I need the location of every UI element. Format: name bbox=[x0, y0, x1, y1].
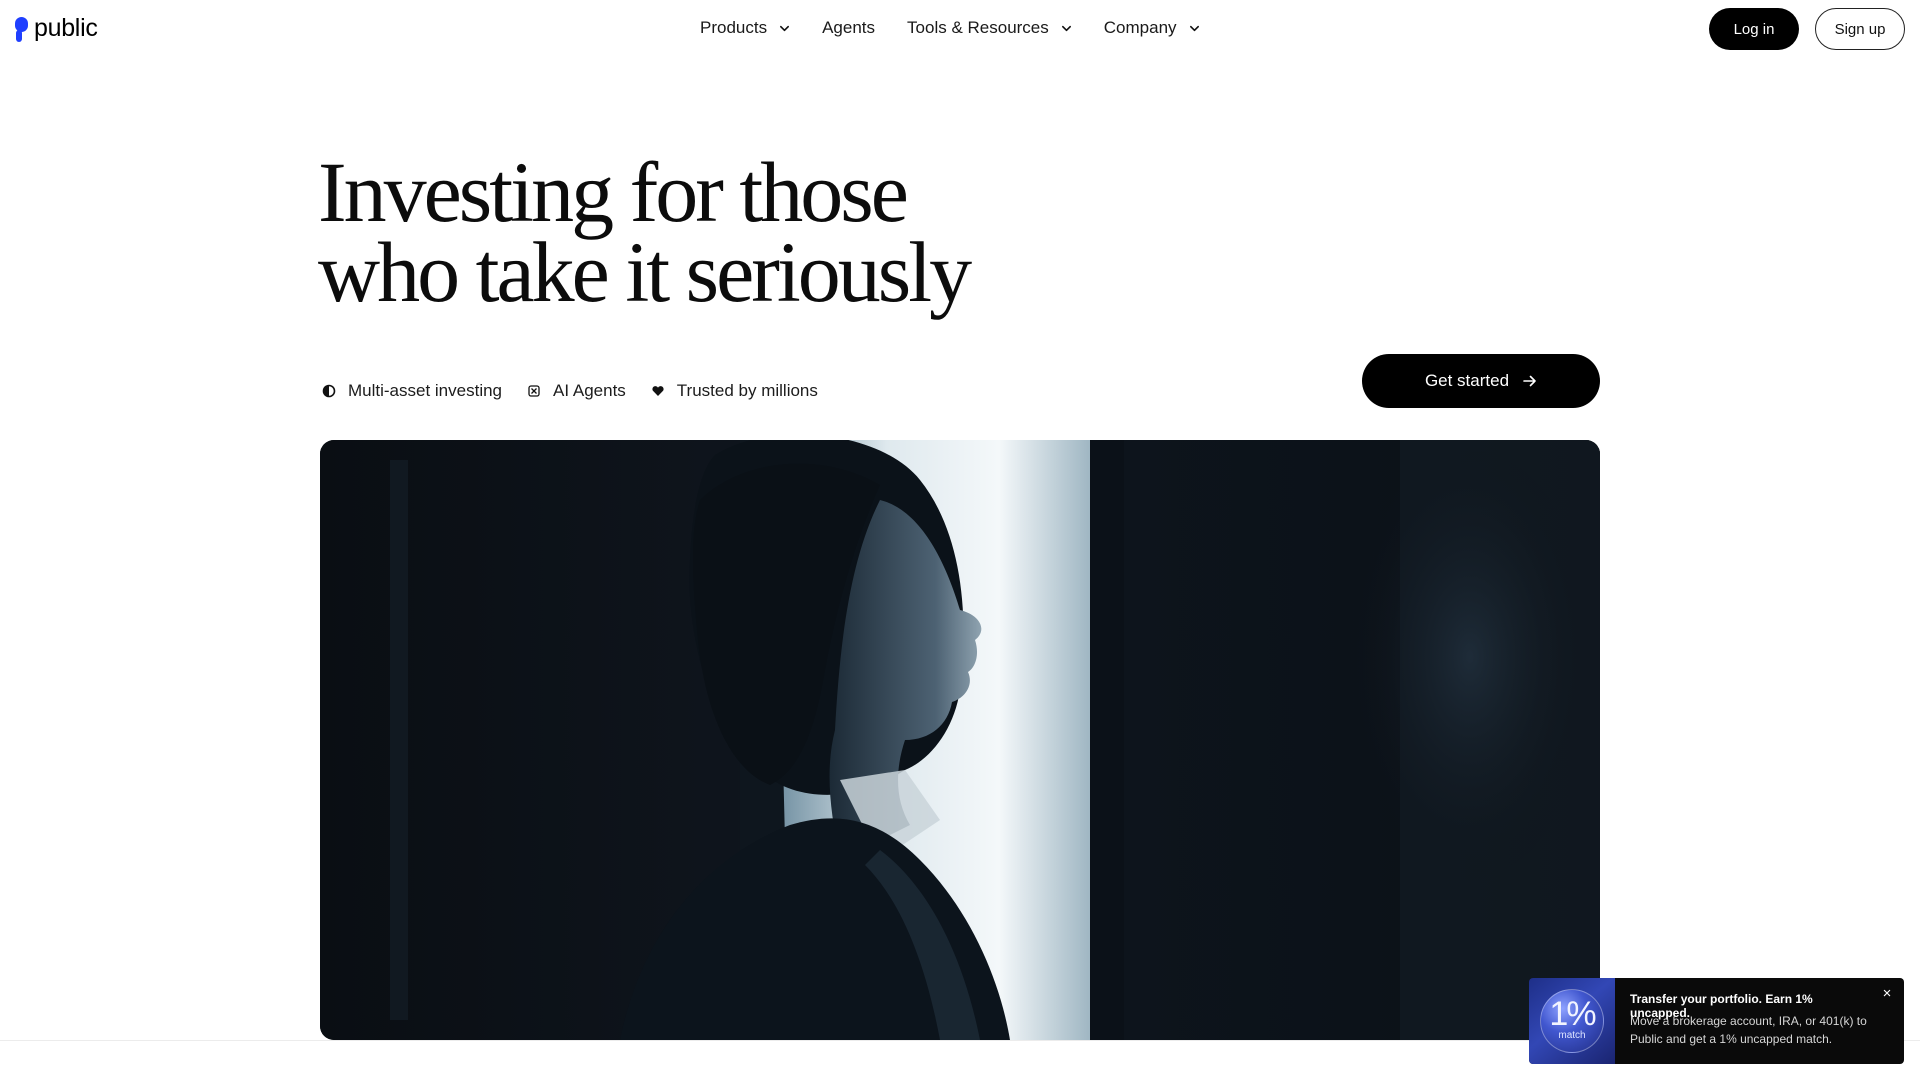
match-badge-image: 1% match bbox=[1529, 978, 1615, 1064]
feature-trusted: Trusted by millions bbox=[651, 381, 818, 401]
transfer-promo-toast[interactable]: 1% match Transfer your portfolio. Earn 1… bbox=[1529, 978, 1904, 1064]
signup-button[interactable]: Sign up bbox=[1815, 8, 1905, 50]
hero-title-line-1: Investing for those bbox=[318, 144, 909, 240]
chevron-down-icon bbox=[780, 25, 790, 31]
login-button[interactable]: Log in bbox=[1709, 8, 1799, 50]
arrow-right-icon bbox=[1523, 375, 1536, 387]
menu-item-label: Company bbox=[1103, 18, 1177, 37]
hero-title-line-2: who take it seriously bbox=[318, 224, 972, 320]
public-logo[interactable]: public bbox=[15, 13, 98, 43]
hero-title: Investing for those who take it seriousl… bbox=[318, 144, 1078, 320]
hero-video[interactable] bbox=[320, 440, 1600, 1040]
half-circle-icon bbox=[322, 384, 336, 398]
match-caption: match bbox=[1558, 1030, 1586, 1041]
feature-label: AI Agents bbox=[553, 381, 626, 400]
public-logo-mark-icon bbox=[15, 15, 28, 42]
menu-item-agents[interactable]: Agents bbox=[822, 18, 875, 38]
main-menu: Products Agents Tools & Resources Compan… bbox=[700, 13, 1200, 43]
promo-body: Move a brokerage account, IRA, or 401(k)… bbox=[1630, 1014, 1867, 1046]
menu-item-label: Tools & Resources bbox=[907, 18, 1049, 37]
hero-photo bbox=[320, 440, 1600, 1040]
close-icon[interactable]: × bbox=[1879, 986, 1895, 1002]
match-percent: 1% bbox=[1549, 995, 1596, 1033]
chevron-down-icon bbox=[1061, 25, 1071, 31]
get-started-label: Get started bbox=[1424, 371, 1510, 390]
feature-label: Trusted by millions bbox=[676, 381, 818, 400]
heart-icon bbox=[652, 386, 664, 396]
menu-item-label: Agents bbox=[822, 18, 876, 37]
feature-multi-asset: Multi-asset investing bbox=[322, 381, 502, 401]
menu-item-label: Products bbox=[700, 18, 768, 37]
menu-item-company[interactable]: Company bbox=[1104, 18, 1200, 38]
feature-label: Multi-asset investing bbox=[348, 381, 503, 400]
top-navigation: public Products Agents Tools & Resources… bbox=[0, 0, 1920, 56]
brand-name: public bbox=[34, 13, 98, 42]
get-started-button[interactable]: Get started bbox=[1362, 354, 1600, 408]
chevron-down-icon bbox=[1189, 25, 1199, 31]
menu-item-tools-resources[interactable]: Tools & Resources bbox=[907, 18, 1072, 38]
menu-item-products[interactable]: Products bbox=[700, 18, 790, 38]
feature-list: Multi-asset investing AI Agents Trusted … bbox=[322, 378, 818, 404]
feature-ai-agents: AI Agents bbox=[527, 381, 626, 401]
agent-icon bbox=[528, 385, 540, 397]
